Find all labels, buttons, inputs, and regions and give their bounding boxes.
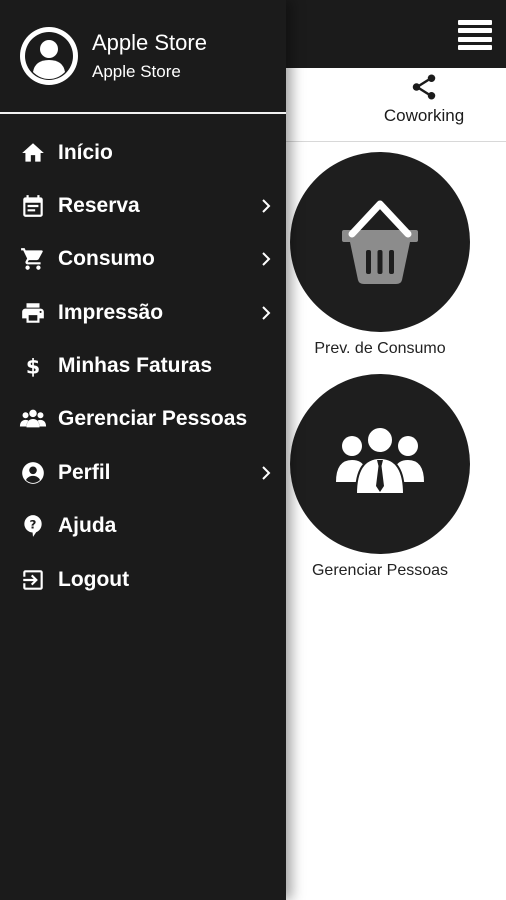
menu-item-label: Logout	[58, 568, 130, 591]
share-icon	[412, 74, 436, 100]
basket-icon	[342, 200, 418, 284]
tile-circle	[290, 152, 470, 332]
cart-icon	[19, 245, 47, 273]
menu-item-impressao[interactable]: Impressão	[0, 288, 286, 338]
navigation-drawer: Apple Store Apple Store Início Reserva C…	[0, 0, 286, 900]
logout-icon	[19, 566, 47, 594]
home-icon	[19, 139, 47, 167]
menu-item-consumo[interactable]: Consumo	[0, 234, 286, 284]
menu-item-gerenciar-pessoas[interactable]: Gerenciar Pessoas	[0, 394, 286, 444]
menu-item-label: Minhas Faturas	[58, 354, 213, 377]
menu-item-reserva[interactable]: Reserva	[0, 181, 286, 231]
menu-item-label: Gerenciar Pessoas	[58, 407, 248, 430]
calendar-icon	[19, 192, 47, 220]
svg-text:?: ?	[30, 518, 37, 532]
menu-item-label: Impressão	[58, 301, 164, 324]
profile-name: Apple Store	[92, 30, 207, 55]
account-circle-icon	[19, 459, 47, 487]
hamburger-menu-icon[interactable]	[458, 20, 492, 50]
chevron-right-icon	[262, 199, 271, 213]
menu-item-logout[interactable]: Logout	[0, 555, 286, 605]
printer-icon	[19, 299, 47, 327]
menu-item-label: Ajuda	[58, 514, 117, 537]
people-icon	[19, 405, 47, 433]
chevron-right-icon	[262, 306, 271, 320]
tab-coworking[interactable]: Coworking	[376, 72, 472, 136]
menu-item-label: Perfil	[58, 461, 111, 484]
menu-item-ajuda[interactable]: ? Ajuda	[0, 501, 286, 551]
svg-text:$: $	[26, 355, 40, 379]
dollar-icon: $	[19, 352, 47, 380]
tab-strip: Coworking	[286, 68, 506, 142]
menu-item-inicio[interactable]: Início	[0, 128, 286, 178]
drawer-header: Apple Store Apple Store	[0, 0, 286, 114]
avatar[interactable]	[20, 27, 78, 85]
tile-circle	[290, 374, 470, 554]
tile-prev-consumo[interactable]: Prev. de Consumo	[290, 152, 470, 358]
menu-item-perfil[interactable]: Perfil	[0, 448, 286, 498]
user-avatar-icon	[25, 32, 73, 80]
tile-gerenciar-pessoas[interactable]: Gerenciar Pessoas	[290, 374, 470, 580]
menu-item-minhas-faturas[interactable]: $ Minhas Faturas	[0, 341, 286, 391]
tab-coworking-label: Coworking	[383, 106, 465, 125]
profile-subtitle: Apple Store	[92, 62, 181, 81]
help-icon: ?	[19, 512, 47, 540]
chevron-right-icon	[262, 252, 271, 266]
chevron-right-icon	[262, 466, 271, 480]
menu-item-label: Reserva	[58, 194, 140, 217]
tile-gerenciar-pessoas-label: Gerenciar Pessoas	[311, 562, 449, 579]
menu-item-label: Consumo	[58, 247, 155, 270]
menu-item-label: Início	[58, 141, 113, 164]
team-icon	[336, 426, 424, 495]
tile-prev-consumo-label: Prev. de Consumo	[314, 340, 446, 357]
